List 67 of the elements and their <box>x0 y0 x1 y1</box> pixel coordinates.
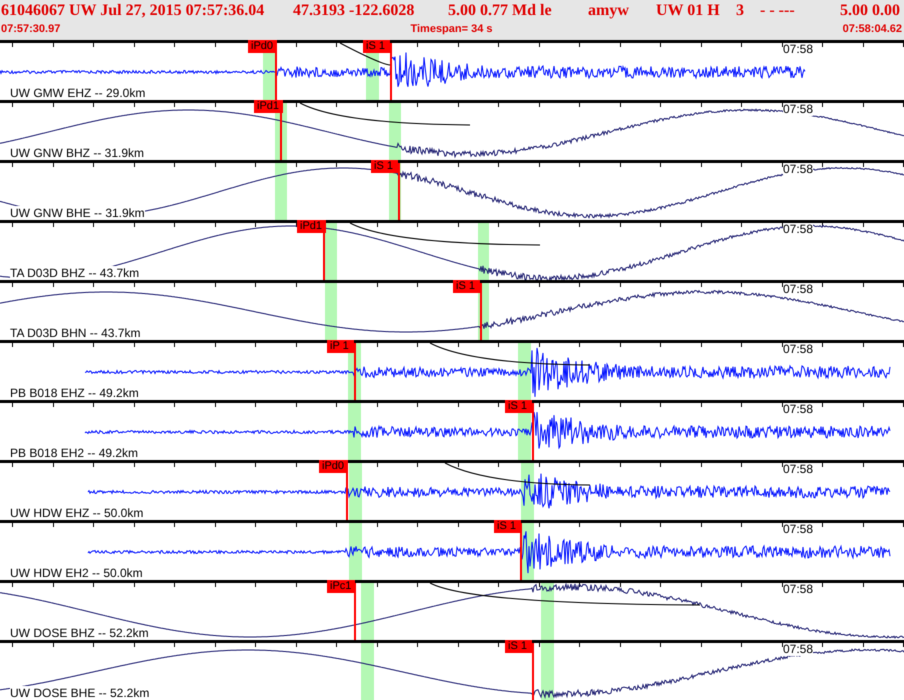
arrival-band <box>361 643 374 700</box>
pick-label[interactable]: iS 1 <box>363 40 390 53</box>
pick-label[interactable]: iS 1 <box>505 400 532 413</box>
arrival-band <box>518 343 531 400</box>
time-mark: 07:58 <box>783 523 814 536</box>
arrival-band <box>541 643 554 700</box>
start-time: 07:57:30.97 <box>1 23 60 35</box>
event-flags: - - --- <box>760 2 796 20</box>
pick-line <box>520 523 522 580</box>
time-mark: 07:58 <box>783 43 814 56</box>
time-mark: 07:58 <box>783 403 814 416</box>
pick-label[interactable]: iS 1 <box>453 280 480 293</box>
pick-label[interactable]: iS 1 <box>371 160 398 173</box>
pick-line <box>390 43 392 100</box>
station-label: TA D03D BHN -- 43.7km <box>10 326 140 340</box>
network-code: UW 01 H <box>656 2 721 20</box>
station-label: UW HDW EHZ -- 50.0km <box>10 506 144 520</box>
arrival-band <box>348 403 361 460</box>
arrival-band <box>275 163 287 220</box>
pick-label[interactable]: iS 1 <box>505 640 532 653</box>
arrival-band <box>361 583 374 640</box>
station-label: UW HDW EH2 -- 50.0km <box>10 566 143 580</box>
pick-line <box>354 583 356 640</box>
event-id: 61046067 UW Jul 27, 2015 07:57:36.04 <box>1 2 266 20</box>
timespan-label: Timespan= 34 s <box>410 23 493 35</box>
time-mark: 07:58 <box>783 343 814 356</box>
time-mark: 07:58 <box>783 463 814 476</box>
station-label: UW DOSE BHE -- 52.2km <box>10 686 150 700</box>
analyst-name: amyw <box>588 2 630 20</box>
pick-label[interactable]: iPd0 <box>319 460 348 473</box>
arrival-band <box>541 583 554 640</box>
pick-label[interactable]: iPc1 <box>327 580 356 593</box>
event-location: 47.3193 -122.6028 <box>293 2 416 20</box>
pick-line <box>532 403 534 460</box>
end-time: 07:58:04.62 <box>842 23 902 35</box>
pick-line <box>354 343 356 400</box>
time-mark: 07:58 <box>783 103 814 116</box>
station-label: PB B018 EH2 -- 49.2km <box>10 446 138 460</box>
travel-time-curve <box>340 42 390 66</box>
arrival-band <box>325 283 337 340</box>
time-mark: 07:58 <box>783 643 814 656</box>
pick-line <box>398 163 400 220</box>
station-label: TA D03D BHZ -- 43.7km <box>10 266 140 280</box>
arrival-band <box>325 223 337 280</box>
pick-label[interactable]: iS 1 <box>494 520 521 533</box>
station-label: UW DOSE BHZ -- 52.2km <box>10 626 149 640</box>
station-label: UW GNW BHZ -- 31.9km <box>10 146 144 160</box>
time-mark: 07:58 <box>783 223 814 236</box>
pick-label[interactable]: iP 1 <box>327 340 354 353</box>
pick-label[interactable]: iPd0 <box>248 40 278 53</box>
arrival-band <box>349 523 362 580</box>
arrival-band <box>389 103 401 160</box>
event-values: 5.00 0.00 <box>840 2 901 20</box>
pick-label[interactable]: iPd1 <box>254 100 284 113</box>
arrival-band <box>478 223 489 280</box>
station-label: UW GMW EHZ -- 29.0km <box>10 86 146 100</box>
time-mark: 07:58 <box>783 583 814 596</box>
pick-label[interactable]: iPd1 <box>297 220 326 233</box>
time-mark: 07:58 <box>783 283 814 296</box>
arrival-band <box>349 463 362 520</box>
event-magnitude: 5.00 0.77 Md le <box>448 2 553 20</box>
station-label: PB B018 EHZ -- 49.2km <box>10 386 139 400</box>
quality-value: 3 <box>736 2 745 20</box>
pick-line <box>532 643 534 700</box>
station-label: UW GNW BHE -- 31.9km <box>10 206 145 220</box>
time-mark: 07:58 <box>783 163 814 176</box>
pick-line <box>480 283 482 340</box>
